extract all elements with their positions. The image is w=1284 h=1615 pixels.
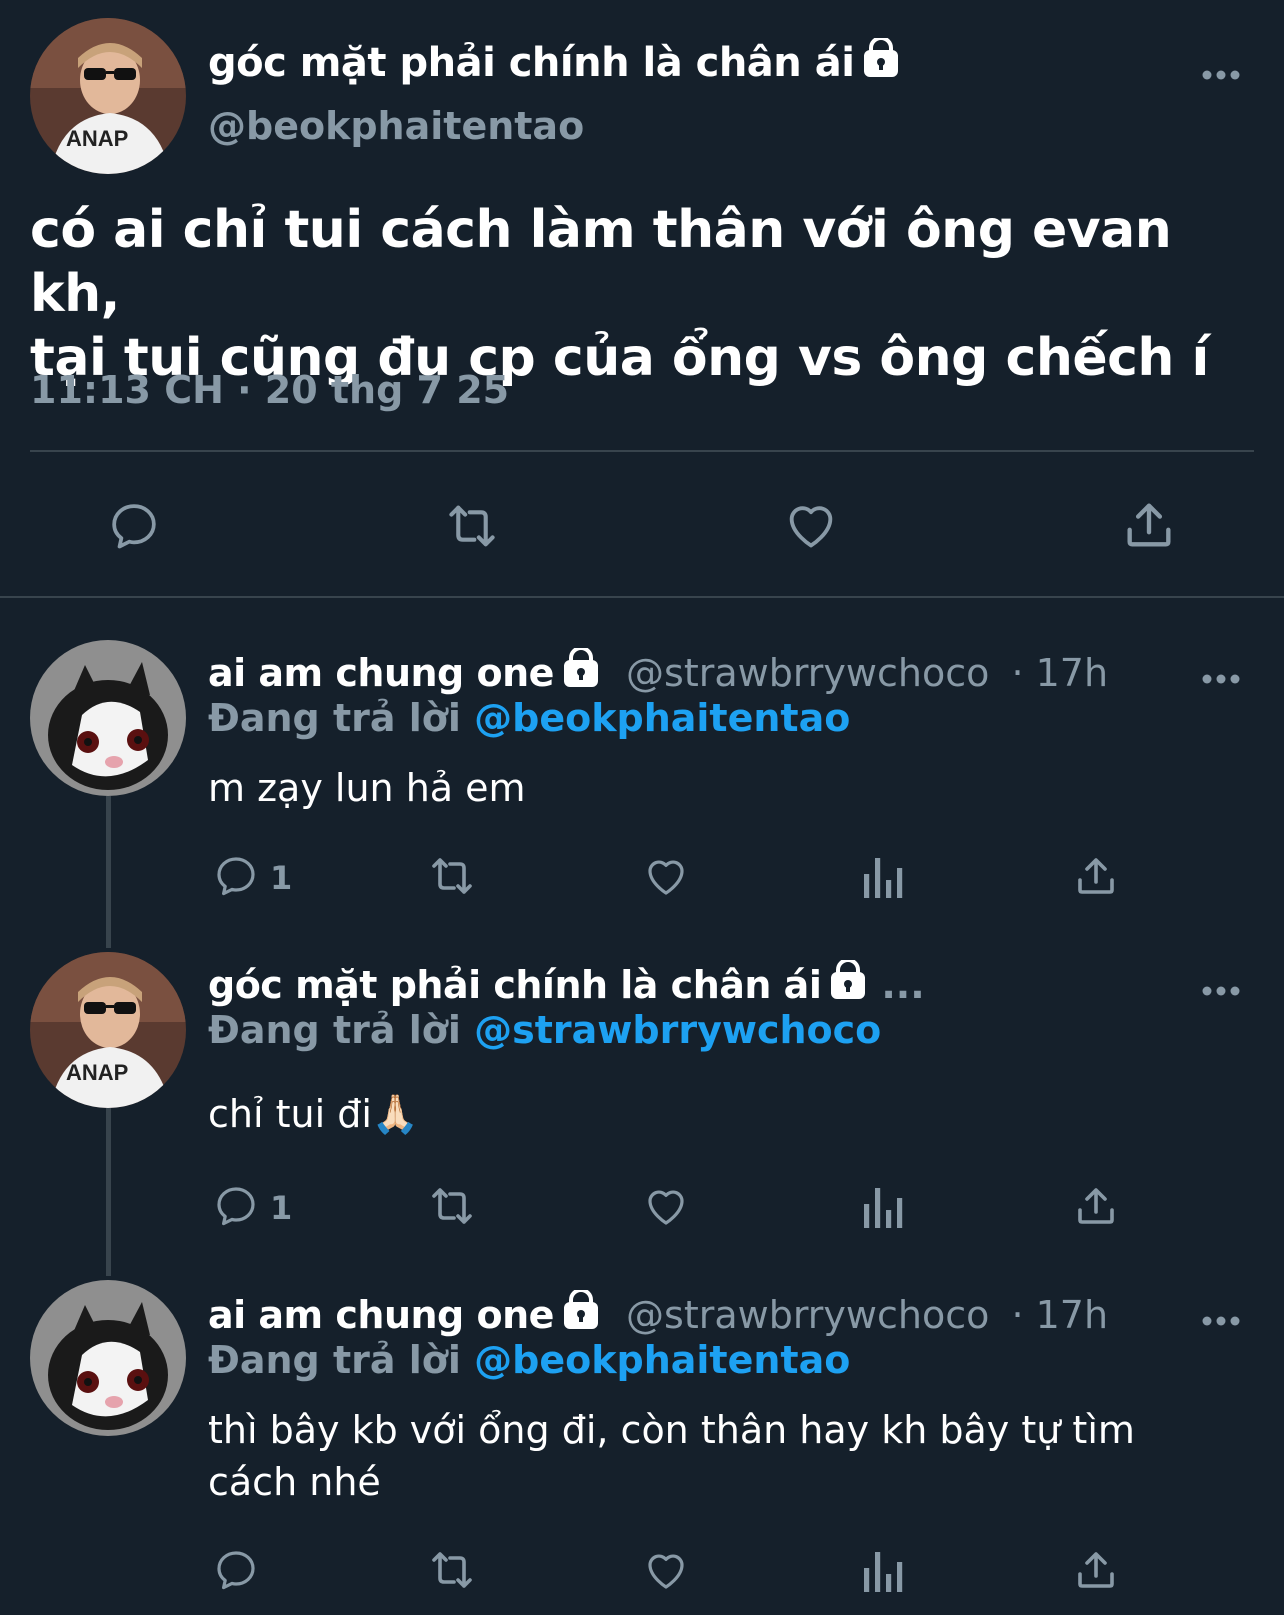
main-author-handle[interactable]: @beokphaitentao [208, 104, 584, 148]
reply-3-author-name[interactable]: ai am chung one [208, 1293, 554, 1337]
divider [30, 450, 1254, 452]
reply-button[interactable]: 1 [212, 1182, 292, 1234]
reply-3-header: ai am chung one @strawbrrywchoco · 17h [208, 1288, 1108, 1339]
reply-3-text: thì bây kb với ổng đi, còn thân hay kh b… [208, 1404, 1268, 1508]
like-icon [642, 852, 690, 904]
reply-1-header: ai am chung one @strawbrrywchoco · 17h [208, 646, 1108, 697]
retweet-icon [424, 1546, 480, 1598]
analytics-icon [860, 1548, 904, 1598]
more-icon[interactable] [1202, 1304, 1240, 1327]
reply-1-time[interactable]: · 17h [1011, 651, 1108, 695]
reply-3-text-line2: cách nhé [208, 1460, 381, 1504]
retweet-icon [424, 1182, 480, 1234]
more-icon[interactable] [1202, 58, 1240, 81]
reply-1-author-name[interactable]: ai am chung one [208, 651, 554, 695]
avatar-main-author[interactable]: ANAP [30, 18, 186, 174]
more-icon[interactable] [1202, 662, 1240, 685]
retweet-button[interactable] [424, 1546, 480, 1598]
reply-1-replying-to: Đang trả lời @beokphaitentao [208, 696, 850, 740]
analytics-button[interactable] [860, 1184, 904, 1234]
reply-3-text-line1: thì bây kb với ổng đi, còn thân hay kh b… [208, 1408, 1135, 1452]
like-icon [642, 1182, 690, 1234]
reply-icon [212, 1182, 260, 1234]
retweet-icon [424, 852, 480, 904]
like-icon [782, 496, 840, 558]
like-button[interactable] [642, 852, 690, 904]
reply-button[interactable]: 1 [212, 852, 292, 904]
like-button[interactable] [642, 1546, 690, 1598]
main-author-name[interactable]: góc mặt phải chính là chân ái [208, 40, 855, 86]
replying-label: Đang trả lời [208, 696, 461, 740]
analytics-icon [860, 1184, 904, 1234]
avatar-main-author[interactable]: ANAP [30, 952, 186, 1108]
like-icon [642, 1546, 690, 1598]
retweet-button[interactable] [424, 852, 480, 904]
reply-2-author-name[interactable]: góc mặt phải chính là chân ái [208, 963, 822, 1007]
reply-1-author-handle[interactable]: @strawbrrywchoco [626, 651, 989, 695]
main-tweet-text: có ai chỉ tui cách làm thân với ông evan… [30, 198, 1270, 390]
reply-3-time[interactable]: · 17h [1011, 1293, 1108, 1337]
share-icon [1072, 1182, 1120, 1234]
thread-line [106, 796, 111, 948]
like-button[interactable] [642, 1182, 690, 1234]
thread-line [106, 1108, 111, 1276]
divider [0, 596, 1284, 598]
replying-label: Đang trả lời [208, 1008, 461, 1052]
reply-icon [212, 1546, 260, 1598]
share-button[interactable] [1072, 1182, 1120, 1234]
more-icon[interactable] [1202, 974, 1240, 997]
reply-count: 1 [270, 859, 293, 897]
like-button[interactable] [782, 496, 840, 558]
retweet-button[interactable] [440, 498, 504, 558]
lock-icon [829, 958, 867, 1009]
lock-icon [562, 1288, 600, 1339]
replying-mention[interactable]: @beokphaitentao [474, 696, 850, 740]
share-icon [1120, 496, 1178, 558]
main-tweet-text-line1: có ai chỉ tui cách làm thân với ông evan… [30, 200, 1172, 324]
reply-button[interactable] [106, 498, 162, 558]
reply-count: 1 [270, 1189, 293, 1227]
share-button[interactable] [1120, 496, 1178, 558]
replying-mention[interactable]: @strawbrrywchoco [474, 1008, 881, 1052]
share-icon [1072, 852, 1120, 904]
truncated-handle: ... [881, 963, 925, 1007]
replying-mention[interactable]: @beokphaitentao [474, 1338, 850, 1382]
lock-icon [862, 36, 900, 88]
share-button[interactable] [1072, 852, 1120, 904]
reply-3-author-handle[interactable]: @strawbrrywchoco [626, 1293, 989, 1337]
reply-2-text: chỉ tui đi🙏🏻 [208, 1092, 420, 1136]
avatar-reply-author[interactable] [30, 1280, 186, 1436]
reply-2-header: góc mặt phải chính là chân ái ... [208, 958, 925, 1009]
reply-icon [212, 852, 260, 904]
svg-text:ANAP: ANAP [66, 1060, 128, 1085]
retweet-button[interactable] [424, 1182, 480, 1234]
analytics-button[interactable] [860, 1548, 904, 1598]
analytics-button[interactable] [860, 854, 904, 904]
main-author-name-row: góc mặt phải chính là chân ái [208, 36, 900, 88]
reply-2-replying-to: Đang trả lời @strawbrrywchoco [208, 1008, 881, 1052]
lock-icon [562, 646, 600, 697]
reply-icon [106, 498, 162, 558]
analytics-icon [860, 854, 904, 904]
share-button[interactable] [1072, 1546, 1120, 1598]
svg-text:ANAP: ANAP [66, 126, 128, 151]
retweet-icon [440, 498, 504, 558]
main-tweet-timestamp[interactable]: 11:13 CH · 20 thg 7 25 [30, 368, 509, 412]
reply-1-text: m zạy lun hả em [208, 766, 526, 810]
reply-3-replying-to: Đang trả lời @beokphaitentao [208, 1338, 850, 1382]
share-icon [1072, 1546, 1120, 1598]
avatar-reply-author[interactable] [30, 640, 186, 796]
reply-button[interactable] [212, 1546, 270, 1598]
replying-label: Đang trả lời [208, 1338, 461, 1382]
